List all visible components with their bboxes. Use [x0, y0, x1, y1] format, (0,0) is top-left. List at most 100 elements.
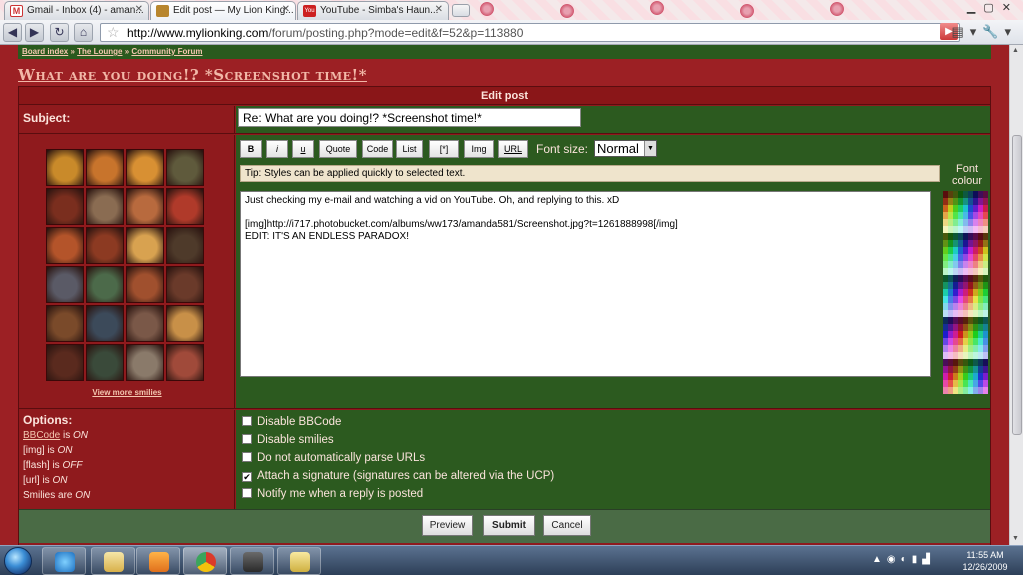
window-controls[interactable]: ▁▢✕: [967, 1, 1019, 14]
submit-button[interactable]: Submit: [483, 515, 535, 536]
smiley-icon[interactable]: [126, 305, 164, 342]
colour-swatch[interactable]: [983, 261, 988, 268]
colour-swatch[interactable]: [983, 247, 988, 254]
underline-button[interactable]: u: [292, 140, 314, 158]
colour-swatch[interactable]: [983, 317, 988, 324]
colour-swatch[interactable]: [983, 387, 988, 394]
scrollbar-thumb[interactable]: [1012, 135, 1022, 435]
smiley-icon[interactable]: [46, 266, 84, 303]
colour-swatch[interactable]: [983, 338, 988, 345]
colour-swatch[interactable]: [983, 289, 988, 296]
smiley-icon[interactable]: [126, 149, 164, 186]
smiley-icon[interactable]: [126, 266, 164, 303]
taskbar-chrome[interactable]: [183, 547, 227, 575]
smiley-icon[interactable]: [46, 344, 84, 381]
close-window-icon[interactable]: ✕: [1002, 2, 1019, 14]
colour-swatch[interactable]: [983, 282, 988, 289]
url-button[interactable]: URL: [498, 140, 528, 158]
breadcrumb-community-forum[interactable]: Community Forum: [131, 47, 202, 56]
list-item-button[interactable]: [*]: [429, 140, 459, 158]
option-checkbox-row[interactable]: Disable smilies: [242, 434, 334, 446]
bold-button[interactable]: B: [240, 140, 262, 158]
scroll-down-icon[interactable]: ▼: [1012, 535, 1019, 542]
smiley-icon[interactable]: [86, 188, 124, 225]
page-scrollbar[interactable]: ▲ ▼: [1009, 45, 1023, 545]
list-button[interactable]: List: [396, 140, 423, 158]
option-checkbox-row[interactable]: Do not automatically parse URLs: [242, 452, 425, 464]
code-button[interactable]: Code: [362, 140, 393, 158]
colour-swatch[interactable]: [983, 373, 988, 380]
message-textarea[interactable]: Just checking my e-mail and watching a v…: [240, 191, 931, 377]
smiley-icon[interactable]: [166, 266, 204, 303]
colour-swatch[interactable]: [983, 366, 988, 373]
colour-swatch[interactable]: [983, 212, 988, 219]
colour-swatch[interactable]: [983, 324, 988, 331]
close-icon[interactable]: ✕: [435, 4, 443, 15]
system-clock[interactable]: 11:55 AM 12/26/2009: [960, 549, 1010, 573]
option-checkbox-row[interactable]: Disable BBCode: [242, 416, 341, 428]
colour-swatch[interactable]: [983, 352, 988, 359]
checkbox[interactable]: [242, 452, 252, 462]
checkbox[interactable]: [242, 416, 252, 426]
browser-menus[interactable]: ▤▾🔧▾: [951, 24, 1017, 40]
smiley-icon[interactable]: [46, 149, 84, 186]
colour-swatch[interactable]: [983, 226, 988, 233]
checkbox[interactable]: [242, 434, 252, 444]
font-size-select[interactable]: Normal ▼: [594, 140, 657, 157]
tab-edit-post[interactable]: Edit post — My Lion King... ✕: [150, 1, 296, 20]
start-button[interactable]: [4, 547, 32, 575]
option-checkbox-row[interactable]: Notify me when a reply is posted: [242, 488, 423, 500]
smiley-icon[interactable]: [126, 227, 164, 264]
font-colour-palette[interactable]: [943, 191, 988, 398]
colour-swatch[interactable]: [983, 345, 988, 352]
taskbar-app[interactable]: [230, 547, 274, 575]
show-hidden-icons-icon[interactable]: ▲: [872, 554, 887, 565]
colour-swatch[interactable]: [983, 219, 988, 226]
taskbar-internet-explorer[interactable]: [42, 547, 86, 575]
address-bar[interactable]: ☆ http://www.mylionking.com/forum/postin…: [100, 23, 960, 42]
italic-button[interactable]: i: [266, 140, 288, 158]
network-icon[interactable]: ▟: [922, 554, 935, 565]
colour-swatch[interactable]: [983, 205, 988, 212]
colour-swatch[interactable]: [983, 331, 988, 338]
colour-swatch[interactable]: [983, 275, 988, 282]
smiley-icon[interactable]: [86, 149, 124, 186]
smiley-icon[interactable]: [126, 188, 164, 225]
volume-icon[interactable]: ◐: [901, 554, 912, 565]
topic-title[interactable]: What are you doing!? *Screenshot time!*: [18, 66, 367, 84]
colour-swatch[interactable]: [983, 296, 988, 303]
scroll-up-icon[interactable]: ▲: [1012, 47, 1019, 54]
colour-swatch[interactable]: [983, 254, 988, 261]
taskbar-media-player[interactable]: [136, 547, 180, 575]
colour-swatch[interactable]: [983, 268, 988, 275]
subject-input[interactable]: Re: What are you doing!? *Screenshot tim…: [238, 108, 581, 127]
bookmark-star-icon[interactable]: ☆: [107, 24, 120, 41]
smiley-icon[interactable]: [86, 305, 124, 342]
smiley-icon[interactable]: [166, 188, 204, 225]
smiley-icon[interactable]: [46, 188, 84, 225]
colour-swatch[interactable]: [983, 240, 988, 247]
smiley-icon[interactable]: [86, 227, 124, 264]
system-tray[interactable]: ▲◉◐▮▟: [872, 554, 935, 565]
smiley-icon[interactable]: [166, 149, 204, 186]
smiley-icon[interactable]: [166, 305, 204, 342]
new-tab-button[interactable]: [452, 4, 470, 17]
colour-swatch[interactable]: [983, 303, 988, 310]
cancel-button[interactable]: Cancel: [543, 515, 591, 536]
close-icon[interactable]: ✕: [282, 4, 290, 15]
breadcrumb-the-lounge[interactable]: The Lounge: [77, 47, 122, 56]
forward-button[interactable]: ▶: [25, 23, 44, 42]
colour-swatch[interactable]: [983, 198, 988, 205]
view-more-smilies-link[interactable]: View more smilies: [19, 388, 235, 397]
smiley-icon[interactable]: [46, 305, 84, 342]
home-button[interactable]: ⌂: [74, 23, 93, 42]
tab-gmail[interactable]: M Gmail - Inbox (4) - aman... ✕: [4, 1, 149, 20]
reload-button[interactable]: ↻: [50, 23, 69, 42]
smiley-icon[interactable]: [126, 344, 164, 381]
colour-swatch[interactable]: [983, 359, 988, 366]
back-button[interactable]: ◀: [3, 23, 22, 42]
colour-swatch[interactable]: [983, 191, 988, 198]
bbcode-help-link[interactable]: BBCode: [23, 430, 60, 441]
smiley-icon[interactable]: [46, 227, 84, 264]
taskbar-folder[interactable]: [277, 547, 321, 575]
